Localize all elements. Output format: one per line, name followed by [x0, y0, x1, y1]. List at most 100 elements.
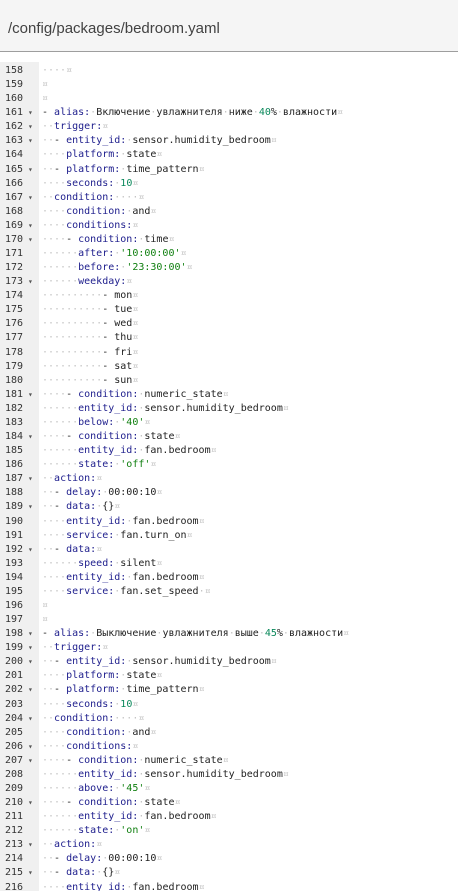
code-text[interactable]: ····entity_id:·fan.bedroom¤ — [42, 881, 205, 891]
code-line[interactable]: 204 ▾ ··condition:····¤ — [0, 712, 458, 726]
code-text[interactable]: ··- data:¤ — [42, 543, 102, 557]
code-text[interactable]: ··- entity_id:·sensor.humidity_bedroom¤ — [42, 655, 277, 669]
code-line[interactable]: 187 ▾ ··action:¤ — [0, 472, 458, 486]
code-text[interactable]: ··········- sat¤ — [42, 360, 138, 374]
code-text[interactable]: ····service:·fan.turn_on¤ — [42, 529, 193, 543]
code-text[interactable]: ··········- tue¤ — [42, 303, 138, 317]
code-text[interactable]: ··········- sun¤ — [42, 374, 138, 388]
code-line[interactable]: 169 ▾ ····conditions:¤ — [0, 219, 458, 233]
fold-toggle-icon[interactable]: ▾ — [28, 543, 38, 557]
code-text[interactable]: ····platform:·state¤ — [42, 669, 162, 683]
fold-toggle-icon[interactable]: ▾ — [28, 866, 38, 880]
code-line[interactable]: 193 ······speed:·silent¤ — [0, 557, 458, 571]
code-text[interactable]: ¤ — [42, 599, 48, 613]
code-line[interactable]: 210 ▾ ····- condition:·state¤ — [0, 796, 458, 810]
code-text[interactable]: ··- entity_id:·sensor.humidity_bedroom¤ — [42, 134, 277, 148]
code-line[interactable]: 178 ··········- fri¤ — [0, 346, 458, 360]
code-line[interactable]: 167 ▾ ··condition:····¤ — [0, 191, 458, 205]
code-line[interactable]: 176 ··········- wed¤ — [0, 317, 458, 331]
code-line[interactable]: 189 ▾ ··- data:·{}¤ — [0, 500, 458, 514]
code-line[interactable]: 186 ······state:·'off'¤ — [0, 458, 458, 472]
code-text[interactable]: ··trigger:¤ — [42, 641, 108, 655]
code-line[interactable]: 171 ······after:·'10:00:00'¤ — [0, 247, 458, 261]
code-text[interactable]: ······entity_id:·fan.bedroom¤ — [42, 810, 217, 824]
code-text[interactable]: ······entity_id:·sensor.humidity_bedroom… — [42, 402, 289, 416]
code-text[interactable]: ··········- fri¤ — [42, 346, 138, 360]
code-text[interactable]: ··condition:····¤ — [42, 712, 144, 726]
code-line[interactable]: 201 ····platform:·state¤ — [0, 669, 458, 683]
code-line[interactable]: 175 ··········- tue¤ — [0, 303, 458, 317]
code-line[interactable]: 170 ▾ ····- condition:·time¤ — [0, 233, 458, 247]
code-text[interactable]: ····seconds:·10¤ — [42, 698, 138, 712]
code-line[interactable]: 203 ····seconds:·10¤ — [0, 698, 458, 712]
code-line[interactable]: 161 ▾ - alias:·Включение·увлажнителя·ниже·… — [0, 106, 458, 120]
code-text[interactable]: ····condition:·and¤ — [42, 205, 156, 219]
code-line[interactable]: 191 ····service:·fan.turn_on¤ — [0, 529, 458, 543]
fold-toggle-icon[interactable]: ▾ — [28, 120, 38, 134]
code-line[interactable]: 185 ······entity_id:·fan.bedroom¤ — [0, 444, 458, 458]
fold-toggle-icon[interactable]: ▾ — [28, 627, 38, 641]
fold-toggle-icon[interactable]: ▾ — [28, 191, 38, 205]
code-text[interactable]: ······entity_id:·sensor.humidity_bedroom… — [42, 768, 289, 782]
code-line[interactable]: 211 ······entity_id:·fan.bedroom¤ — [0, 810, 458, 824]
code-line[interactable]: 174 ··········- mon¤ — [0, 289, 458, 303]
code-line[interactable]: 197 ¤ — [0, 613, 458, 627]
code-line[interactable]: 216 ····entity_id:·fan.bedroom¤ — [0, 881, 458, 891]
code-line[interactable]: 205 ····condition:·and¤ — [0, 726, 458, 740]
code-text[interactable]: ······after:·'10:00:00'¤ — [42, 247, 187, 261]
code-line[interactable]: 214 ··- delay:·00:00:10¤ — [0, 852, 458, 866]
code-text[interactable]: ··········- mon¤ — [42, 289, 138, 303]
code-line[interactable]: 173 ▾ ······weekday:¤ — [0, 275, 458, 289]
code-text[interactable]: ····- condition:·time¤ — [42, 233, 175, 247]
code-line[interactable]: 183 ······below:·'40'¤ — [0, 416, 458, 430]
fold-toggle-icon[interactable]: ▾ — [28, 134, 38, 148]
code-text[interactable]: ······state:·'on'¤ — [42, 824, 150, 838]
code-line[interactable]: 165 ▾ ··- platform:·time_pattern¤ — [0, 163, 458, 177]
code-text[interactable]: ··········- wed¤ — [42, 317, 138, 331]
code-text[interactable]: ····platform:·state¤ — [42, 148, 162, 162]
code-text[interactable]: ··action:¤ — [42, 838, 102, 852]
code-line[interactable]: 212 ······state:·'on'¤ — [0, 824, 458, 838]
code-line[interactable]: 215 ▾ ··- data:·{}¤ — [0, 866, 458, 880]
code-text[interactable]: ····entity_id:·fan.bedroom¤ — [42, 515, 205, 529]
code-text[interactable]: ¤ — [42, 613, 48, 627]
code-line[interactable]: 172 ······before:·'23:30:00'¤ — [0, 261, 458, 275]
code-text[interactable]: ····¤ — [42, 64, 72, 78]
fold-toggle-icon[interactable]: ▾ — [28, 219, 38, 233]
code-line[interactable]: 209 ······above:·'45'¤ — [0, 782, 458, 796]
code-line[interactable]: 168 ····condition:·and¤ — [0, 205, 458, 219]
code-line[interactable]: 202 ▾ ··- platform:·time_pattern¤ — [0, 683, 458, 697]
fold-toggle-icon[interactable]: ▾ — [28, 275, 38, 289]
code-line[interactable]: 184 ▾ ····- condition:·state¤ — [0, 430, 458, 444]
code-text[interactable]: ··- platform:·time_pattern¤ — [42, 683, 205, 697]
code-text[interactable]: ····- condition:·state¤ — [42, 796, 181, 810]
code-text[interactable]: ··- delay:·00:00:10¤ — [42, 852, 162, 866]
code-text[interactable]: ······above:·'45'¤ — [42, 782, 150, 796]
code-line[interactable]: 182 ······entity_id:·sensor.humidity_bedr… — [0, 402, 458, 416]
code-text[interactable]: ··- delay:·00:00:10¤ — [42, 486, 162, 500]
code-line[interactable]: 196 ¤ — [0, 599, 458, 613]
code-line[interactable]: 177 ··········- thu¤ — [0, 331, 458, 345]
code-line[interactable]: 190 ····entity_id:·fan.bedroom¤ — [0, 515, 458, 529]
fold-toggle-icon[interactable]: ▾ — [28, 500, 38, 514]
code-text[interactable]: ··action:¤ — [42, 472, 102, 486]
code-text[interactable]: ····conditions:¤ — [42, 219, 138, 233]
code-line[interactable]: 194 ····entity_id:·fan.bedroom¤ — [0, 571, 458, 585]
code-text[interactable]: ······before:·'23:30:00'¤ — [42, 261, 193, 275]
fold-toggle-icon[interactable]: ▾ — [28, 655, 38, 669]
fold-toggle-icon[interactable]: ▾ — [28, 163, 38, 177]
code-line[interactable]: 181 ▾ ····- condition:·numeric_state¤ — [0, 388, 458, 402]
code-text[interactable]: - alias:·Выключение·увлажнителя·выше·45%… — [42, 627, 349, 641]
code-line[interactable]: 188 ··- delay:·00:00:10¤ — [0, 486, 458, 500]
code-text[interactable]: ¤ — [42, 92, 48, 106]
code-line[interactable]: 162 ▾ ··trigger:¤ — [0, 120, 458, 134]
code-line[interactable]: 199 ▾ ··trigger:¤ — [0, 641, 458, 655]
fold-toggle-icon[interactable]: ▾ — [28, 233, 38, 247]
code-text[interactable]: ··- platform:·time_pattern¤ — [42, 163, 205, 177]
code-line[interactable]: 198 ▾ - alias:·Выключение·увлажнителя·выше… — [0, 627, 458, 641]
code-text[interactable]: ······weekday:¤ — [42, 275, 132, 289]
code-line[interactable]: 207 ▾ ····- condition:·numeric_state¤ — [0, 754, 458, 768]
code-editor[interactable]: 158 ····¤ 159 ¤ 160 ¤ 161 ▾ - alias:·Включение·у… — [0, 64, 458, 891]
code-text[interactable]: ····- condition:·state¤ — [42, 430, 181, 444]
code-text[interactable]: ····conditions:¤ — [42, 740, 138, 754]
